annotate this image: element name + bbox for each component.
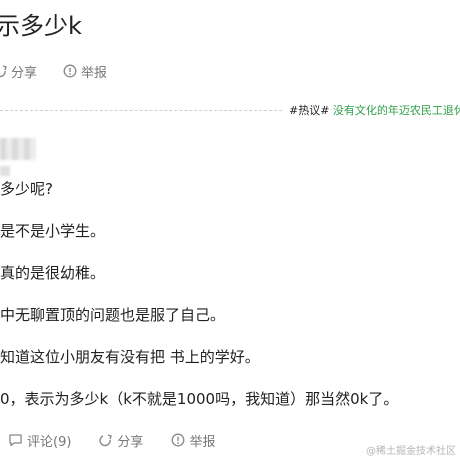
content-paragraph: 是不是小学生。 xyxy=(0,222,106,240)
share-label: 分享 xyxy=(117,434,144,450)
report-label: 举报 xyxy=(81,65,108,81)
content-paragraph: 多少呢? xyxy=(0,180,53,198)
share-icon xyxy=(0,64,8,78)
hot-topic-text: 没有文化的年迈农民工退休... xyxy=(332,104,460,117)
report-label: 举报 xyxy=(189,434,216,450)
content-paragraph: 真的是很幼稚。 xyxy=(0,264,106,282)
report-icon xyxy=(171,433,185,447)
divider-line xyxy=(0,110,282,111)
blurred-author-name xyxy=(0,138,36,160)
share-label: 分享 xyxy=(11,65,38,81)
share-icon xyxy=(99,433,113,447)
hot-topic-link[interactable]: #热议# 没有文化的年迈农民工退休... xyxy=(289,102,460,118)
site-watermark: @稀土掘金技术社区 xyxy=(366,446,456,457)
share-button-top[interactable]: 分享 xyxy=(0,62,37,81)
bottom-action-bar: 评论(9) 分享 举报 xyxy=(8,430,215,450)
hot-topic-prefix: #热议# xyxy=(289,104,330,117)
report-button-top[interactable]: 举报 xyxy=(63,62,107,81)
blurred-author-meta xyxy=(0,166,10,176)
content-paragraph: 中无聊置顶的问题也是服了自己。 xyxy=(0,306,226,324)
content-paragraph: 知道这位小朋友有没有把 书上的学好。 xyxy=(0,348,260,366)
comment-button[interactable]: 评论(9) xyxy=(8,431,71,450)
share-button-bottom[interactable]: 分享 xyxy=(99,431,143,450)
comment-label: 评论(9) xyxy=(27,434,72,450)
comment-icon xyxy=(8,433,23,447)
content-paragraph: 0，表示为多少k（k不就是1000吗，我知道）那当然0k了。 xyxy=(0,390,399,408)
report-button-bottom[interactable]: 举报 xyxy=(171,431,215,450)
report-icon xyxy=(63,64,77,78)
top-action-bar: 分享 举报 xyxy=(0,60,107,82)
post-title: 示多少k xyxy=(0,12,82,40)
